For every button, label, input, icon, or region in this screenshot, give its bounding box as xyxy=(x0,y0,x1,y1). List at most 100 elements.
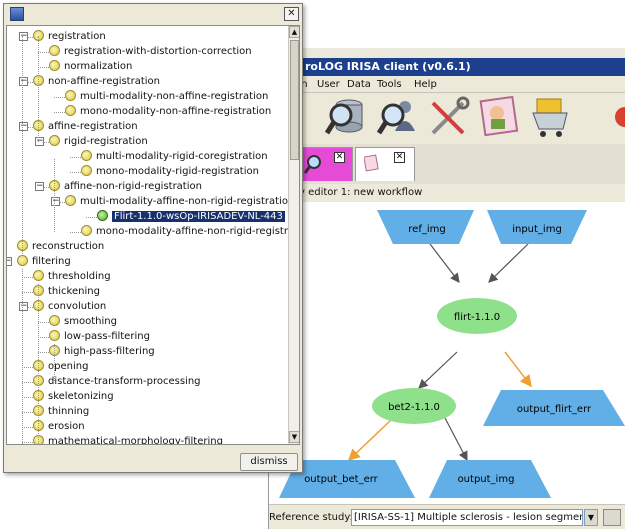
tree-item[interactable]: thresholding xyxy=(33,269,111,284)
reference-study-select[interactable]: [IRISA-SS-1] Multiple sclerosis - lesion… xyxy=(351,509,583,526)
tree-item[interactable]: high-pass-filtering xyxy=(49,344,155,359)
tree-expander[interactable]: − xyxy=(19,74,29,89)
collapse-icon[interactable]: − xyxy=(19,77,28,86)
database-search-icon[interactable] xyxy=(324,95,369,139)
tree-item[interactable]: Flirt-1.1.0-wsOp-IRISADEV-NL-443 xyxy=(97,209,285,224)
node-output-img-label: output_img xyxy=(458,474,515,485)
edge-bet2-to-output xyxy=(444,417,468,462)
close-icon[interactable]: ✕ xyxy=(284,7,299,21)
concept-node-icon xyxy=(65,90,76,101)
tree-item-label: Flirt-1.1.0-wsOp-IRISADEV-NL-443 xyxy=(112,211,285,222)
menu-user[interactable]: User xyxy=(317,76,340,93)
tree-item[interactable]: mathematical-morphology-filtering xyxy=(33,434,223,444)
tree-item[interactable]: smoothing xyxy=(49,314,117,329)
tree-guide-line xyxy=(38,36,39,142)
tree-item[interactable]: multi-modality-non-affine-registration xyxy=(65,89,268,104)
tree-item[interactable]: distance-transform-processing xyxy=(33,374,201,389)
collapse-icon[interactable]: − xyxy=(19,32,28,41)
service-node-icon xyxy=(97,210,108,221)
tree-expander[interactable]: − xyxy=(19,299,29,314)
tree-item[interactable]: rigid-registration xyxy=(49,134,148,149)
user-search-icon[interactable] xyxy=(376,95,421,139)
scroll-down-icon[interactable]: ▼ xyxy=(289,431,299,443)
tree-item[interactable]: non-affine-registration xyxy=(33,74,160,89)
concept-node-icon xyxy=(49,135,60,146)
tree-item[interactable]: affine-registration xyxy=(33,119,138,134)
tree-item-label: filtering xyxy=(32,256,71,267)
tree-item[interactable]: registration-with-distortion-correction xyxy=(49,44,252,59)
close-tab-icon[interactable]: ✕ xyxy=(394,152,405,163)
concept-node-icon xyxy=(49,60,60,71)
scroll-up-icon[interactable]: ▲ xyxy=(289,26,299,38)
tree-connector xyxy=(70,157,81,158)
status-extra-button[interactable] xyxy=(603,509,621,526)
dismiss-button[interactable]: dismiss xyxy=(240,453,298,471)
tree-item[interactable]: mono-modality-non-affine-registration xyxy=(65,104,271,119)
tree-item[interactable]: thickening xyxy=(33,284,100,299)
tree-expander[interactable]: − xyxy=(35,179,45,194)
tree-item[interactable]: thinning xyxy=(33,404,89,419)
tree-guide-line xyxy=(22,36,23,254)
edge-bet2-to-err xyxy=(347,419,392,462)
tree-item[interactable]: opening xyxy=(33,359,88,374)
close-tab-icon[interactable]: ✕ xyxy=(334,152,345,163)
tree-item[interactable]: registration xyxy=(33,29,106,44)
tree-connector xyxy=(22,397,33,398)
collapse-icon[interactable]: − xyxy=(35,182,44,191)
menu-bar: stration User Data Tools Help xyxy=(269,76,625,93)
menu-tools[interactable]: Tools xyxy=(377,76,402,93)
collapse-icon[interactable]: − xyxy=(19,122,28,131)
tree-item-label: mono-modality-affine-non-rigid-registrat… xyxy=(96,226,300,237)
tree-item[interactable]: mono-modality-affine-non-rigid-registrat… xyxy=(81,224,300,239)
tree-item-label: rigid-registration xyxy=(64,136,148,147)
collapse-icon[interactable]: − xyxy=(51,197,60,206)
tab-3-active[interactable]: ✕ xyxy=(355,147,415,181)
tree-item[interactable]: normalization xyxy=(49,59,132,74)
collapse-icon[interactable]: − xyxy=(7,257,12,266)
node-output-flirt-err-label: output_flirt_err xyxy=(517,404,592,415)
tree-item-label: multi-modality-non-affine-registration xyxy=(80,91,269,102)
cartoon-icon[interactable] xyxy=(477,95,521,139)
collapse-icon[interactable]: − xyxy=(19,302,28,311)
reference-study-label: Reference study: xyxy=(269,512,353,523)
tree-expander[interactable]: − xyxy=(35,134,45,149)
tree-expander[interactable]: − xyxy=(19,119,29,134)
tree-item-label: thresholding xyxy=(48,271,111,282)
tab-2[interactable]: ✕ xyxy=(295,147,353,181)
tree-item-label: high-pass-filtering xyxy=(64,346,155,357)
tree-connector xyxy=(22,367,33,368)
ontology-tree[interactable]: registration − registration-with-distortio… xyxy=(6,25,300,445)
cart-icon[interactable] xyxy=(529,95,573,139)
collapse-icon[interactable]: − xyxy=(35,137,44,146)
tree-item-label: mono-modality-rigid-registration xyxy=(96,166,259,177)
tree-item-label: smoothing xyxy=(64,316,117,327)
vertical-scrollbar[interactable]: ▲ ▼ xyxy=(288,26,299,444)
main-window-title: roLOG IRISA client (v0.6.1) xyxy=(269,58,625,76)
tree-connector xyxy=(38,352,49,353)
partial-toolbar-icon[interactable] xyxy=(611,95,625,139)
scrollbar-thumb[interactable] xyxy=(290,40,299,160)
node-ref-img-label: ref_img xyxy=(408,224,445,235)
tree-item[interactable]: erosion xyxy=(33,419,85,434)
tree-expander[interactable]: − xyxy=(19,29,29,44)
tree-item[interactable]: convolution xyxy=(33,299,106,314)
tree-item[interactable]: reconstruction xyxy=(17,239,104,254)
tree-item[interactable]: low-pass-filtering xyxy=(49,329,150,344)
tree-item[interactable]: mono-modality-rigid-registration xyxy=(81,164,259,179)
tree-expander[interactable]: − xyxy=(7,254,13,269)
tree-item[interactable]: affine-non-rigid-registration xyxy=(49,179,202,194)
tree-item[interactable]: multi-modality-affine-non-rigid-registra… xyxy=(65,194,294,209)
tree-item[interactable]: skeletonizing xyxy=(33,389,114,404)
tools-icon[interactable] xyxy=(427,95,471,139)
dialog-titlebar[interactable]: ✕ xyxy=(4,4,302,24)
chevron-down-icon[interactable]: ▼ xyxy=(584,509,598,526)
tree-expander[interactable]: − xyxy=(51,194,61,209)
tree-item[interactable]: filtering xyxy=(17,254,71,269)
menu-help[interactable]: Help xyxy=(414,76,437,93)
workflow-canvas[interactable]: ref_img input_img flirt-1.1.0 bet2-1.1.0… xyxy=(269,202,625,504)
menu-data[interactable]: Data xyxy=(347,76,371,93)
concept-node-icon xyxy=(17,255,28,266)
tree-item[interactable]: multi-modality-rigid-coregistration xyxy=(81,149,268,164)
concept-node-icon xyxy=(49,315,60,326)
tree-guide-line xyxy=(54,344,55,381)
